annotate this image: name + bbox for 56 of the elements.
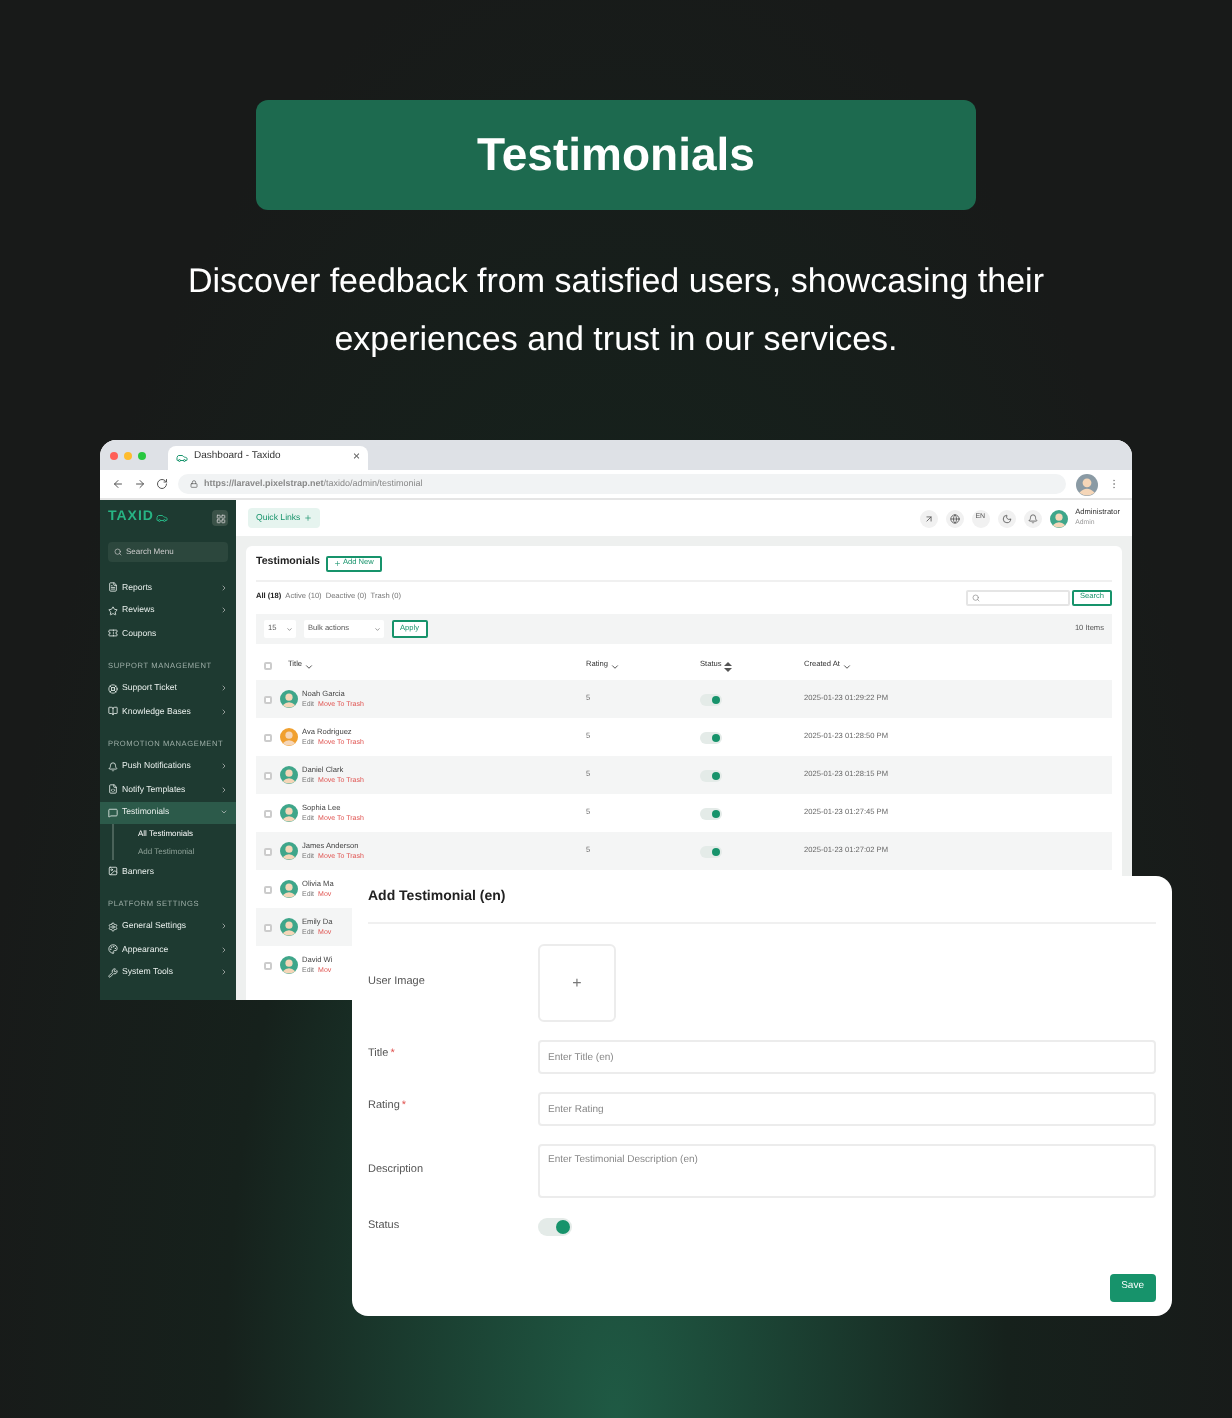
search-icon bbox=[114, 548, 122, 556]
external-link-button[interactable] bbox=[919, 509, 938, 527]
logo-icon bbox=[155, 512, 168, 524]
document-icon bbox=[108, 582, 118, 593]
row-checkbox[interactable] bbox=[264, 885, 272, 893]
palette-icon bbox=[108, 944, 118, 955]
search-icon bbox=[971, 594, 980, 602]
back-icon[interactable] bbox=[112, 478, 124, 490]
status-toggle[interactable] bbox=[700, 731, 722, 743]
status-toggle[interactable] bbox=[700, 807, 722, 819]
status-toggle[interactable] bbox=[700, 845, 722, 857]
forward-icon[interactable] bbox=[134, 478, 146, 490]
car-icon bbox=[176, 452, 188, 464]
bell-icon bbox=[108, 761, 118, 772]
status-toggle[interactable] bbox=[700, 769, 722, 781]
ticket-icon bbox=[108, 628, 118, 639]
sort-icon bbox=[609, 661, 620, 671]
star-icon bbox=[108, 605, 118, 616]
lock-icon bbox=[190, 480, 198, 488]
select-all-checkbox[interactable] bbox=[264, 662, 272, 670]
search-field[interactable] bbox=[965, 590, 1070, 606]
reload-icon[interactable] bbox=[156, 478, 168, 490]
row-checkbox[interactable] bbox=[264, 695, 272, 703]
lifebuoy-icon bbox=[108, 683, 118, 694]
notification-button[interactable] bbox=[1023, 509, 1042, 527]
image-icon bbox=[108, 866, 118, 877]
sort-icon bbox=[841, 661, 852, 671]
globe-button[interactable] bbox=[945, 509, 964, 527]
dark-mode-button[interactable] bbox=[997, 509, 1016, 527]
plus-icon bbox=[304, 514, 313, 522]
row-checkbox[interactable] bbox=[264, 809, 272, 817]
status-toggle[interactable] bbox=[700, 693, 722, 705]
arrow-icon bbox=[923, 513, 934, 523]
status-toggle[interactable] bbox=[538, 1218, 572, 1236]
chat-icon bbox=[108, 807, 118, 818]
bell-icon bbox=[1027, 513, 1038, 523]
subtitle: Discover feedback from satisfied users, showcasing their experiences and trust in our services. bbox=[185, 260, 1046, 362]
image-upload-box[interactable]: + bbox=[538, 944, 616, 1022]
wrench-icon bbox=[108, 967, 118, 978]
settings-icon bbox=[108, 921, 118, 932]
row-checkbox[interactable] bbox=[264, 847, 272, 855]
grid-button[interactable] bbox=[212, 510, 228, 526]
row-checkbox[interactable] bbox=[264, 961, 272, 969]
grid-icon bbox=[215, 513, 225, 523]
sort-icon bbox=[723, 661, 732, 671]
user-avatar-icon bbox=[1049, 509, 1068, 527]
profile-avatar-icon bbox=[1076, 473, 1098, 495]
moon-icon bbox=[1001, 513, 1012, 523]
sort-icon bbox=[304, 661, 315, 671]
code-file-icon bbox=[108, 784, 118, 795]
row-checkbox[interactable] bbox=[264, 923, 272, 931]
book-icon bbox=[108, 706, 118, 717]
row-checkbox[interactable] bbox=[264, 733, 272, 741]
globe-icon bbox=[949, 513, 960, 523]
banner-title: Testimonials bbox=[477, 126, 755, 185]
row-checkbox[interactable] bbox=[264, 771, 272, 779]
